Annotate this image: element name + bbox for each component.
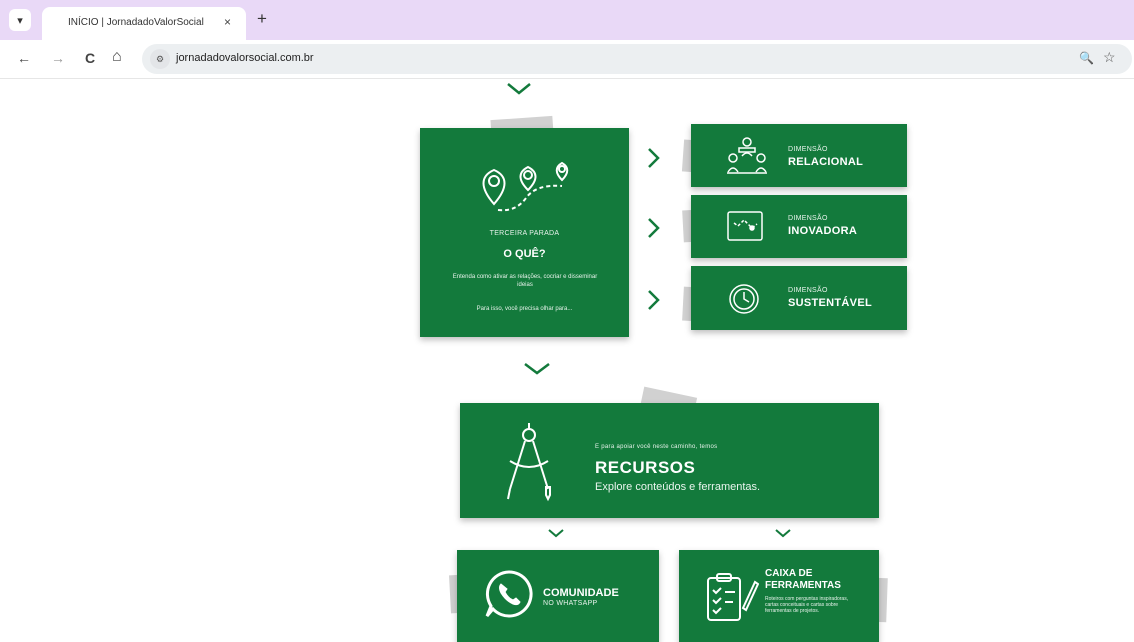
browser-tab-bar: ▾ INÍCIO | JornadadoValorSocial × + <box>0 0 1134 40</box>
chevron-down-icon <box>507 83 531 95</box>
resources-title: RECURSOS <box>595 458 696 477</box>
toolbox-title-line2: FERRAMENTAS <box>765 580 841 591</box>
dimension-label: DIMENSÃO <box>788 146 828 153</box>
chevron-down-icon <box>775 529 791 538</box>
compass-icon <box>507 423 551 502</box>
zoom-icon[interactable]: 🔍 <box>1079 51 1094 65</box>
map-route-icon <box>727 211 763 241</box>
dimension-card-inovadora[interactable]: DIMENSÃO INOVADORA <box>691 195 907 258</box>
browser-tab[interactable]: INÍCIO | JornadadoValorSocial × <box>42 7 246 40</box>
chevron-right-icon <box>648 218 660 238</box>
dimension-title: SUSTENTÁVEL <box>788 297 872 309</box>
dimension-card-relacional[interactable]: DIMENSÃO RELACIONAL <box>691 124 907 187</box>
chevron-down-icon <box>548 529 564 538</box>
site-info-icon[interactable]: ⚙ <box>150 49 170 69</box>
bookmark-star-icon[interactable]: ☆ <box>1103 49 1116 66</box>
back-button[interactable]: ← <box>17 50 31 66</box>
dimension-title: INOVADORA <box>788 225 858 237</box>
community-title: COMUNIDADE <box>543 587 619 599</box>
tab-search-button[interactable]: ▾ <box>9 9 31 31</box>
dimension-label: DIMENSÃO <box>788 215 828 222</box>
tab-close-icon[interactable]: × <box>224 15 231 29</box>
browser-toolbar: ← → C ⌂ ⚙ jornadadovalorsocial.com.br 🔍 … <box>0 40 1134 79</box>
url-text[interactable]: jornadadovalorsocial.com.br <box>176 52 314 64</box>
new-tab-button[interactable]: + <box>257 9 267 29</box>
toolbox-card[interactable]: CAIXA DE FERRAMENTAS Roteiros com pergun… <box>679 550 879 642</box>
clock-icon <box>729 284 759 314</box>
resources-intro: E para apoiar você neste caminho, temos <box>595 444 718 450</box>
stop3-note: Para isso, você precisa olhar para... <box>476 306 573 312</box>
tab-title: INÍCIO | JornadadoValorSocial <box>68 17 204 28</box>
people-network-icon <box>727 137 767 174</box>
chevron-right-icon <box>648 290 660 310</box>
whatsapp-icon <box>485 570 533 618</box>
forward-button[interactable]: → <box>51 50 65 66</box>
stop3-description: Entenda como ativar as relações, cocriar… <box>452 274 598 288</box>
resources-subtitle: Explore conteúdos e ferramentas. <box>595 481 761 493</box>
toolbox-title-line1: CAIXA DE <box>765 568 813 579</box>
community-card[interactable]: COMUNIDADE NO WHATSAPP <box>457 550 659 642</box>
address-bar[interactable]: ⚙ jornadadovalorsocial.com.br 🔍 ☆ <box>142 44 1132 74</box>
clipboard-checklist-icon <box>707 573 759 621</box>
map-pins-icon <box>482 161 569 212</box>
stop3-title: O QUÊ? <box>503 248 546 260</box>
stop3-label: TERCEIRA PARADA <box>489 230 560 237</box>
dimension-title: RELACIONAL <box>788 156 864 168</box>
home-button[interactable]: ⌂ <box>112 48 122 66</box>
stop3-card[interactable]: TERCEIRA PARADA O QUÊ? Entenda como ativ… <box>420 128 629 337</box>
chevron-right-icon <box>648 148 660 168</box>
chevron-down-icon <box>524 363 550 375</box>
community-subtitle: NO WHATSAPP <box>543 600 598 607</box>
toolbox-description: Roteiros com perguntas inspiradoras, car… <box>765 596 849 614</box>
dimension-card-sustentavel[interactable]: DIMENSÃO SUSTENTÁVEL <box>691 266 907 330</box>
reload-button[interactable]: C <box>85 50 95 66</box>
resources-card[interactable]: E para apoiar você neste caminho, temos … <box>460 403 879 518</box>
dimension-label: DIMENSÃO <box>788 287 828 294</box>
